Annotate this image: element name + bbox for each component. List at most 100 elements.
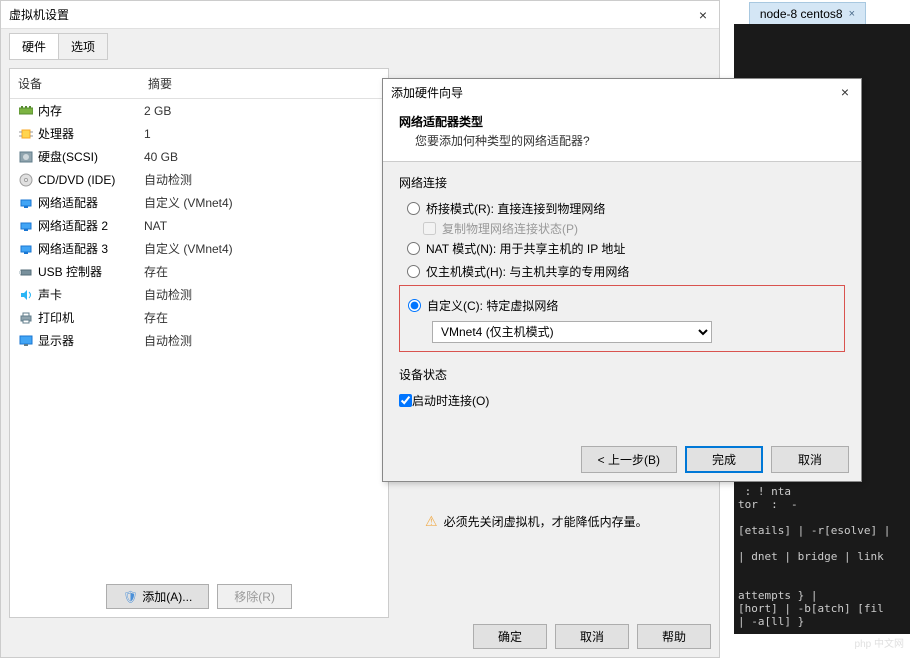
device-summary: 自动检测 [144, 332, 380, 349]
hardware-row[interactable]: 硬盘(SCSI) 40 GB [10, 145, 388, 168]
device-name: 打印机 [38, 309, 74, 326]
radio-bridged[interactable]: 桥接模式(R): 直接连接到物理网络 [399, 197, 845, 220]
ok-button[interactable]: 确定 [473, 624, 547, 649]
close-icon[interactable]: × [849, 8, 855, 20]
sound-icon [18, 288, 34, 302]
device-name: 网络适配器 [38, 194, 98, 211]
remove-hardware-button: 移除(R) [217, 584, 292, 609]
hardware-row[interactable]: USB 控制器 存在 [10, 260, 388, 283]
wizard-titlebar: 添加硬件向导 × [383, 79, 861, 105]
device-summary: 自动检测 [144, 171, 380, 188]
radio-bridged-label: 桥接模式(R): 直接连接到物理网络 [426, 200, 605, 217]
radio-bridged-input[interactable] [407, 202, 420, 215]
tab-options[interactable]: 选项 [58, 33, 108, 60]
device-name: 内存 [38, 102, 62, 119]
hardware-row[interactable]: 处理器 1 [10, 122, 388, 145]
checkbox-connect-poweron-input[interactable] [399, 394, 412, 407]
warning-icon: ⚠ [425, 513, 438, 530]
device-summary: 自定义 (VMnet4) [144, 194, 380, 211]
hardware-list-panel: 设备 摘要 内存 2 GB 处理器 1 硬盘(SCSI) 40 GB CD/DVD (IDE… [9, 68, 389, 618]
cpu-icon [18, 127, 34, 141]
hardware-row[interactable]: 内存 2 GB [10, 99, 388, 122]
radio-nat-label: NAT 模式(N): 用于共享主机的 IP 地址 [426, 240, 625, 257]
radio-custom[interactable]: 自定义(C): 特定虚拟网络 [408, 294, 836, 317]
tab-label: node-8 centos8 [760, 7, 843, 21]
device-name: 网络适配器 2 [38, 217, 108, 234]
device-name: 处理器 [38, 125, 74, 142]
disk-icon [18, 150, 34, 164]
hardware-row[interactable]: CD/DVD (IDE) 自动检测 [10, 168, 388, 191]
display-icon [18, 334, 34, 348]
hardware-row[interactable]: 显示器 自动检测 [10, 329, 388, 352]
add-label: 添加(A)... [142, 590, 192, 604]
usb-icon [18, 265, 34, 279]
warning-text: 必须先关闭虚拟机，才能降低内存量。 [444, 513, 648, 530]
device-summary: 自动检测 [144, 286, 380, 303]
column-device: 设备 [18, 75, 148, 92]
checkbox-connect-poweron[interactable]: 启动时连接(O) [399, 389, 845, 412]
radio-nat[interactable]: NAT 模式(N): 用于共享主机的 IP 地址 [399, 237, 845, 260]
hardware-row[interactable]: 网络适配器 自定义 (VMnet4) [10, 191, 388, 214]
device-summary: 自定义 (VMnet4) [144, 240, 380, 257]
add-hardware-button[interactable]: 🛡 添加(A)... [106, 584, 209, 609]
radio-hostonly-label: 仅主机模式(H): 与主机共享的专用网络 [426, 263, 629, 280]
radio-custom-label: 自定义(C): 特定虚拟网络 [427, 297, 558, 314]
background-tab[interactable]: node-8 centos8 × [749, 2, 866, 26]
watermark: php 中文网 [855, 635, 904, 650]
checkbox-replicate-input [423, 222, 436, 235]
device-summary: 存在 [144, 263, 380, 280]
checkbox-connect-poweron-label: 启动时连接(O) [412, 392, 489, 409]
add-hardware-wizard: 添加硬件向导 × 网络适配器类型 您要添加何种类型的网络适配器? 网络连接 桥接… [382, 78, 862, 482]
hardware-list-header: 设备 摘要 [10, 69, 388, 99]
window-title: 虚拟机设置 [9, 6, 69, 23]
hardware-row[interactable]: 打印机 存在 [10, 306, 388, 329]
net-icon [18, 242, 34, 256]
tab-hardware[interactable]: 硬件 [9, 33, 59, 60]
device-summary: 存在 [144, 309, 380, 326]
column-summary: 摘要 [148, 75, 380, 92]
wizard-header-title: 网络适配器类型 [399, 113, 845, 130]
checkbox-replicate: 复制物理网络连接状态(P) [399, 220, 845, 237]
radio-hostonly[interactable]: 仅主机模式(H): 与主机共享的专用网络 [399, 260, 845, 283]
custom-network-box: 自定义(C): 特定虚拟网络 VMnet4 (仅主机模式) [399, 285, 845, 352]
memory-icon [18, 104, 34, 118]
cancel-button[interactable]: 取消 [771, 446, 849, 473]
close-icon[interactable]: × [837, 84, 853, 100]
wizard-title: 添加硬件向导 [391, 84, 463, 101]
hardware-row[interactable]: 网络适配器 3 自定义 (VMnet4) [10, 237, 388, 260]
cancel-button[interactable]: 取消 [555, 624, 629, 649]
back-button[interactable]: < 上一步(B) [581, 446, 677, 473]
radio-hostonly-input[interactable] [407, 265, 420, 278]
custom-network-select[interactable]: VMnet4 (仅主机模式) [432, 321, 712, 343]
device-name: 硬盘(SCSI) [38, 148, 98, 165]
device-summary: 2 GB [144, 104, 380, 118]
shield-icon: 🛡 [123, 590, 138, 604]
device-name: CD/DVD (IDE) [38, 173, 115, 187]
device-name: 声卡 [38, 286, 62, 303]
hardware-list: 内存2 GB处理器1硬盘(SCSI)40 GBCD/DVD (IDE)自动检测网… [10, 99, 388, 576]
net-icon [18, 196, 34, 210]
network-connection-group-label: 网络连接 [399, 174, 845, 191]
checkbox-replicate-label: 复制物理网络连接状态(P) [442, 220, 578, 237]
device-name: USB 控制器 [38, 263, 102, 280]
radio-custom-input[interactable] [408, 299, 421, 312]
hardware-row[interactable]: 网络适配器 2 NAT [10, 214, 388, 237]
device-state-group-label: 设备状态 [399, 366, 845, 383]
help-button[interactable]: 帮助 [637, 624, 711, 649]
device-summary: 40 GB [144, 150, 380, 164]
device-name: 网络适配器 3 [38, 240, 108, 257]
net-icon [18, 219, 34, 233]
close-icon[interactable]: × [695, 7, 711, 23]
tab-strip: 硬件 选项 [1, 33, 719, 60]
device-name: 显示器 [38, 332, 74, 349]
titlebar: 虚拟机设置 × [1, 1, 719, 29]
device-summary: NAT [144, 219, 380, 233]
wizard-header: 网络适配器类型 您要添加何种类型的网络适配器? [383, 105, 861, 162]
printer-icon [18, 311, 34, 325]
cd-icon [18, 173, 34, 187]
wizard-header-subtitle: 您要添加何种类型的网络适配器? [399, 132, 845, 149]
finish-button[interactable]: 完成 [685, 446, 763, 473]
device-summary: 1 [144, 127, 380, 141]
radio-nat-input[interactable] [407, 242, 420, 255]
hardware-row[interactable]: 声卡 自动检测 [10, 283, 388, 306]
